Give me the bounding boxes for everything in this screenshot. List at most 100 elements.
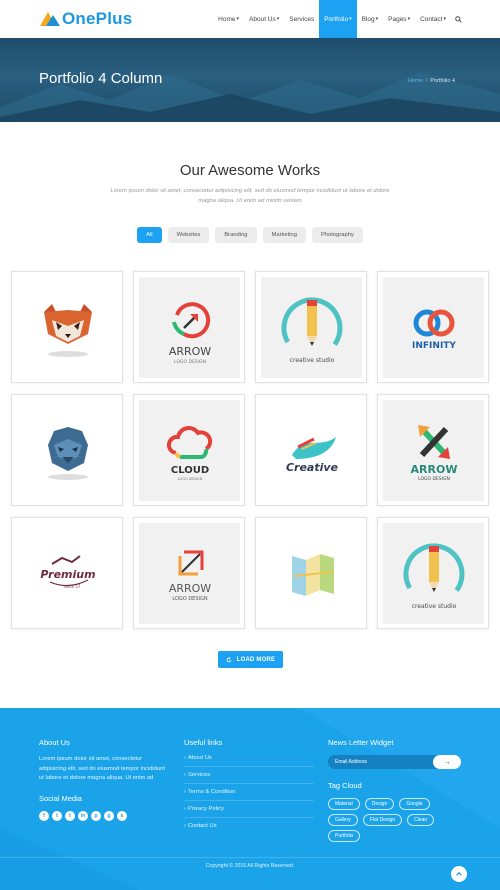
footer-newsletter: News Letter Widget Email Address → Tag C…	[328, 738, 461, 842]
caret-down-icon: ▾	[276, 16, 280, 22]
filter-photography[interactable]: Photography	[311, 227, 363, 243]
footer-social-title: Social Media	[39, 793, 82, 803]
chevron-right-icon: ›	[184, 823, 186, 829]
portfolio-thumbnail: creative studio	[261, 277, 362, 378]
page-banner: Portfolio 4 Column Home / Portfolio 4	[0, 38, 500, 122]
chevron-right-icon: ›	[184, 755, 186, 761]
portfolio-thumbnail: ARROW LOGO DESIGN	[139, 523, 240, 624]
breadcrumb-separator: /	[425, 78, 428, 84]
tag-item[interactable]: Gallery	[328, 814, 358, 826]
creative-wave-logo-icon: Creative	[285, 436, 338, 474]
footer-link-terms[interactable]: › Terms & Condition	[184, 784, 314, 801]
tag-cloud: Material Design Google Gallery Flat Desi…	[328, 798, 453, 842]
portfolio-thumbnail: ARROW LOGO DESIGN	[383, 400, 484, 501]
portfolio-item[interactable]	[255, 517, 367, 629]
footer-link-about[interactable]: › About Us	[184, 750, 314, 767]
svg-text:LOGO DESIGN: LOGO DESIGN	[177, 477, 202, 481]
caret-down-icon: ▾	[349, 16, 352, 22]
portfolio-item[interactable]: ARROW LOGO DESIGN	[377, 394, 489, 506]
portfolio-item[interactable]: CLOUD LOGO DESIGN	[133, 394, 245, 506]
portfolio-thumbnail	[17, 400, 118, 501]
twitter-icon[interactable]: t	[52, 810, 62, 821]
svg-text:CLOUD: CLOUD	[170, 465, 208, 476]
newsletter-title: News Letter Widget	[328, 738, 394, 747]
portfolio-filters: All Websites Branding Marketing Photogra…	[0, 227, 500, 243]
newsletter-submit-button[interactable]: →	[433, 755, 461, 769]
svg-text:creative studio: creative studio	[289, 357, 334, 364]
footer-link-privacy[interactable]: › Privacy Policy	[184, 801, 314, 818]
caret-down-icon: ▾	[375, 16, 379, 22]
facebook-icon[interactable]: f	[39, 810, 49, 821]
email-field[interactable]: Email Address	[328, 755, 441, 769]
portfolio-item[interactable]	[11, 394, 123, 506]
svg-text:LOGO DESIGN: LOGO DESIGN	[418, 476, 450, 482]
skype-icon[interactable]: s	[117, 810, 127, 821]
nav-item-about[interactable]: About Us ▾	[244, 0, 284, 38]
chevron-right-icon: ›	[184, 806, 186, 812]
portfolio-thumbnail: Premium since 57	[17, 523, 118, 624]
nav-item-blog[interactable]: Blog ▾	[357, 0, 384, 38]
caret-down-icon: ▾	[443, 16, 446, 22]
svg-text:Creative: Creative	[285, 461, 338, 474]
footer-link-contact[interactable]: › Contact Us	[184, 818, 314, 835]
arrow-square-logo-icon: ARROW LOGO DESIGN	[168, 550, 211, 602]
tag-item[interactable]: Clean	[407, 814, 435, 826]
portfolio-thumbnail	[17, 277, 118, 378]
chevron-up-icon	[456, 871, 462, 876]
tumblr-icon[interactable]: t	[65, 810, 75, 821]
portfolio-item[interactable]: ARROW LOGO DESIGN	[133, 271, 245, 383]
linkedin-icon[interactable]: in	[78, 810, 88, 821]
nav-item-contact[interactable]: Contact ▾	[415, 0, 451, 38]
site-header: OnePlus Home ▾ About Us ▾ Services Portfol…	[0, 0, 500, 38]
portfolio-item[interactable]	[11, 271, 123, 383]
portfolio-item[interactable]: Creative	[255, 394, 367, 506]
breadcrumb-home[interactable]: Home	[408, 78, 423, 84]
svg-text:INFINITY: INFINITY	[412, 341, 456, 351]
filter-websites[interactable]: Websites	[167, 227, 210, 243]
svg-text:Premium: Premium	[40, 568, 95, 581]
creative-studio-logo-icon: creative studio	[281, 297, 342, 364]
nav-item-portfolio[interactable]: Portfolio ▾	[319, 0, 357, 38]
chevron-right-icon: ›	[184, 789, 186, 795]
nav-item-pages[interactable]: Pages ▾	[383, 0, 415, 38]
section-description: Lorem ipsum dolor sit amet, consectetur …	[110, 188, 390, 204]
page-title: Portfolio 4 Column	[39, 70, 163, 87]
filter-branding[interactable]: Branding	[215, 227, 257, 243]
nav-item-services[interactable]: Services	[284, 0, 319, 38]
map-logo-icon	[291, 553, 334, 596]
cloud-logo-icon: CLOUD LOGO DESIGN	[166, 425, 212, 481]
red-panda-logo-icon	[43, 303, 92, 357]
arrow-logo-icon: ARROW LOGO DESIGN	[168, 301, 211, 365]
load-more-button[interactable]: LOAD MORE	[218, 651, 283, 668]
nav-item-home[interactable]: Home ▾	[213, 0, 244, 38]
tag-item[interactable]: Google	[399, 798, 430, 810]
back-to-top-button[interactable]	[451, 866, 467, 882]
site-logo[interactable]: OnePlus	[40, 9, 132, 29]
tag-item[interactable]: Design	[364, 798, 395, 810]
footer-about-text: Lorem ipsum dolor sit amet, consectetur …	[39, 756, 165, 781]
social-links: f t t in p g s	[39, 810, 169, 821]
footer-about-title: About Us	[39, 738, 70, 747]
pinterest-icon[interactable]: p	[91, 810, 101, 821]
search-icon[interactable]	[451, 0, 462, 38]
svg-text:LOGO DESIGN: LOGO DESIGN	[174, 359, 206, 365]
footer-link-services[interactable]: › Services	[184, 767, 314, 784]
tag-item[interactable]: Portfolio	[328, 830, 361, 842]
portfolio-item[interactable]: ARROW LOGO DESIGN	[133, 517, 245, 629]
portfolio-item[interactable]: creative studio	[255, 271, 367, 383]
portfolio-item[interactable]: creative studio	[377, 517, 489, 629]
infinity-logo-icon: INFINITY	[412, 309, 456, 351]
tag-item[interactable]: Material	[328, 798, 360, 810]
filter-all[interactable]: All	[137, 227, 162, 243]
brand-name: OnePlus	[62, 9, 133, 28]
svg-text:since 57: since 57	[63, 584, 80, 589]
tag-item[interactable]: Flat Design	[362, 814, 403, 826]
chevron-right-icon: ›	[184, 772, 186, 778]
caret-down-icon: ▾	[407, 16, 411, 22]
portfolio-item[interactable]: Premium since 57	[11, 517, 123, 629]
footer-divider	[0, 857, 500, 858]
section-title: Our Awesome Works	[179, 162, 321, 179]
filter-marketing[interactable]: Marketing	[262, 227, 306, 243]
google-plus-icon[interactable]: g	[104, 810, 114, 821]
portfolio-item[interactable]: INFINITY	[377, 271, 489, 383]
